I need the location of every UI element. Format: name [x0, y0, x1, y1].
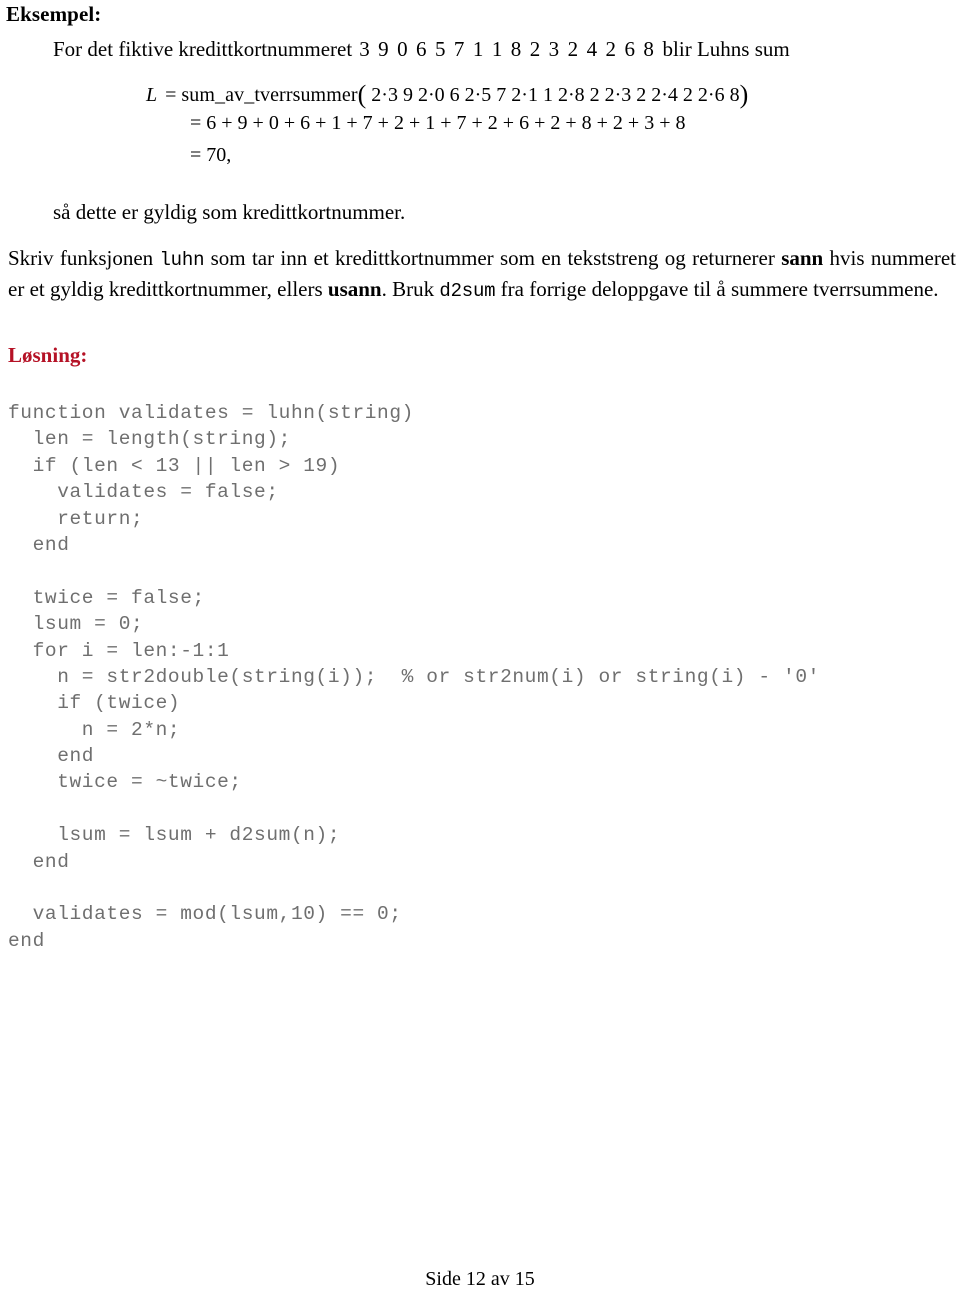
- example-intro-before: For det fiktive kredittkortnummeret: [53, 37, 353, 61]
- solution-heading: Løsning:: [8, 343, 88, 367]
- math-line-1: L = sum_av_tverrsummer(2·3 9 2·0 6 2·5 7 2…: [146, 80, 748, 110]
- paragraph-part-4: . Bruk: [381, 277, 440, 301]
- code-line: lsum = lsum + d2sum(n);: [8, 824, 341, 847]
- credit-card-number: 3 9 0 6 5 7 1 1 8 2 3 2 4 2 6 8: [359, 37, 656, 61]
- example-intro-after: blir Luhns sum: [662, 37, 790, 61]
- emphasis-usann: usann: [327, 277, 382, 301]
- code-line: end: [8, 533, 70, 556]
- math-line-3: = 70,: [190, 144, 232, 166]
- code-line: end: [8, 745, 95, 768]
- math-equals-1: =: [165, 84, 177, 106]
- paragraph-part-1: Skriv funksjonen: [8, 246, 160, 270]
- code-line: end: [8, 929, 45, 952]
- code-line: validates = false;: [8, 481, 279, 504]
- code-line: return;: [8, 507, 144, 530]
- inline-code-luhn: luhn: [159, 249, 205, 271]
- inline-code-d2sum: d2sum: [439, 280, 496, 302]
- code-line: twice = ~twice;: [8, 771, 242, 794]
- solution-code-block: function validates = luhn(string) len = …: [8, 400, 820, 954]
- code-line: if (len < 13 || len > 19): [8, 454, 341, 477]
- document-page: Eksempel: For det fiktive kredittkortnum…: [0, 0, 960, 1299]
- math-close-paren: ): [739, 80, 749, 109]
- math-lhs-symbol: L: [146, 84, 158, 106]
- code-line: if (twice): [8, 692, 181, 715]
- math-line-2: = 6 + 9 + 0 + 6 + 1 + 7 + 2 + 1 + 7 + 2 …: [190, 112, 686, 134]
- code-line: lsum = 0;: [8, 613, 144, 636]
- code-line: n = 2*n;: [8, 718, 181, 741]
- emphasis-sann: sann: [781, 246, 824, 270]
- paragraph-part-2: som tar inn et kredittkortnummer som en …: [204, 246, 782, 270]
- math-arguments: 2·3 9 2·0 6 2·5 7 2·1 1 2·8 2 2·3 2 2·4 …: [371, 84, 740, 106]
- code-line: for i = len:-1:1: [8, 639, 230, 662]
- code-line: validates = mod(lsum,10) == 0;: [8, 903, 402, 926]
- example-intro-line: For det fiktive kredittkortnummeret 3 9 0…: [53, 37, 790, 62]
- code-line: end: [8, 850, 70, 873]
- code-line: len = length(string);: [8, 428, 291, 451]
- example-closing-line: så dette er gyldig som kredittkortnummer…: [53, 200, 406, 224]
- task-description-paragraph: Skriv funksjonen luhn som tar inn et kre…: [8, 244, 956, 306]
- page-footer: Side 12 av 15: [425, 1268, 535, 1290]
- math-open-paren: (: [357, 80, 367, 109]
- code-line: function validates = luhn(string): [8, 402, 414, 424]
- math-function-name: sum_av_tverrsummer: [181, 84, 358, 106]
- code-line: twice = false;: [8, 586, 205, 609]
- code-line: n = str2double(string(i)); % or str2num(…: [8, 665, 820, 688]
- page-title: Eksempel:: [6, 2, 102, 26]
- paragraph-part-5: fra forrige deloppgave til å summere tve…: [495, 277, 939, 301]
